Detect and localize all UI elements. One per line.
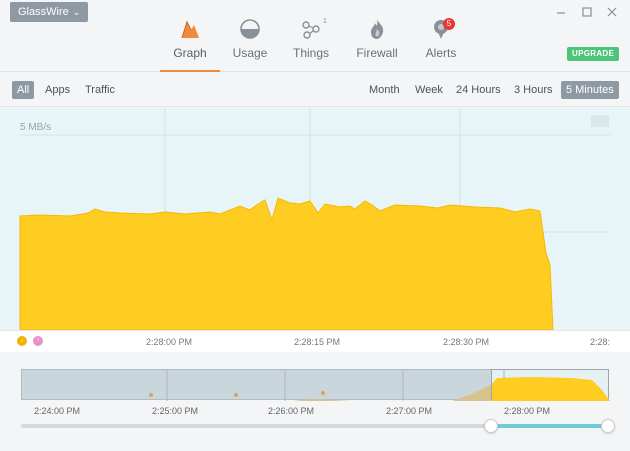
minimize-button[interactable] xyxy=(553,4,569,20)
timeline-overview: 2:24:00 PM 2:25:00 PM 2:26:00 PM 2:27:00… xyxy=(0,352,630,451)
download-area xyxy=(19,197,554,330)
things-icon xyxy=(302,21,320,39)
app-menu-label: GlassWire xyxy=(18,6,69,18)
tab-things-label: Things xyxy=(292,46,330,60)
close-button[interactable] xyxy=(604,4,620,20)
x-tick-label: 2:28: xyxy=(590,337,611,347)
graph-svg xyxy=(19,108,610,330)
timeline-tick-label: 2:24:00 PM xyxy=(34,406,81,416)
x-tick-label: 2:28:00 PM xyxy=(146,337,193,347)
graph-icon xyxy=(181,20,199,39)
close-icon xyxy=(607,7,617,17)
range-5min-button[interactable]: 5 Minutes xyxy=(561,81,619,99)
traffic-graph[interactable]: 5 MB/s xyxy=(0,108,630,330)
graph-x-axis: ↓ ↑ 2:28:00 PM 2:28:15 PM 2:28:30 PM 2:2… xyxy=(0,330,630,352)
app-menu-button[interactable]: GlassWire ⌄ xyxy=(10,2,89,22)
x-tick-label: 2:28:30 PM xyxy=(443,337,490,347)
alerts-count-badge: 5 xyxy=(443,18,455,30)
filter-apps-button[interactable]: Apps xyxy=(40,81,75,99)
tab-usage-label: Usage xyxy=(232,46,268,60)
timeline-tick-label: 2:26:00 PM xyxy=(268,406,315,416)
tab-things[interactable]: 1 Things xyxy=(281,14,341,72)
tab-alerts[interactable]: Alerts xyxy=(411,14,471,72)
timeline-tick-label: 2:28:00 PM xyxy=(504,406,551,416)
minimize-icon xyxy=(557,12,565,14)
filter-all-button[interactable]: All xyxy=(12,81,35,99)
chevron-down-icon: ⌄ xyxy=(72,7,81,17)
range-3h-button[interactable]: 3 Hours xyxy=(509,81,558,99)
slider-end-handle[interactable] xyxy=(601,419,615,433)
things-count: 1 xyxy=(323,18,327,25)
x-tick-label: 2:28:15 PM xyxy=(294,337,341,347)
timeline-tick-label: 2:25:00 PM xyxy=(152,406,199,416)
flame-icon xyxy=(371,20,384,39)
range-week-button[interactable]: Week xyxy=(410,81,448,99)
upload-arrow-icon[interactable]: ↑ xyxy=(33,336,43,346)
timeline-tick-label: 2:27:00 PM xyxy=(386,406,433,416)
filter-bar: All Apps Traffic Month Week 24 Hours 3 H… xyxy=(0,73,630,107)
range-24h-button[interactable]: 24 Hours xyxy=(451,81,506,99)
upgrade-button[interactable]: UPGRADE xyxy=(567,47,620,61)
title-bar: GlassWire ⌄ Graph Usage 1 Things Firewal… xyxy=(0,0,630,72)
maximize-icon xyxy=(582,7,592,17)
tab-firewall[interactable]: Firewall xyxy=(347,14,407,72)
timeline-selection-svg xyxy=(492,370,610,401)
filter-traffic-button[interactable]: Traffic xyxy=(80,81,120,99)
usage-icon xyxy=(240,19,260,39)
timeline-selection[interactable] xyxy=(491,369,610,401)
slider-range-fill xyxy=(491,424,609,428)
range-month-button[interactable]: Month xyxy=(364,81,405,99)
slider-start-handle[interactable] xyxy=(484,419,498,433)
tab-graph-label: Graph xyxy=(173,46,207,60)
tab-firewall-label: Firewall xyxy=(356,46,398,60)
tab-graph[interactable]: Graph xyxy=(160,14,220,72)
timeline-range-slider[interactable] xyxy=(21,424,609,428)
maximize-button[interactable] xyxy=(579,4,595,20)
tab-usage[interactable]: Usage xyxy=(220,14,280,72)
tab-alerts-label: Alerts xyxy=(425,46,457,60)
download-arrow-icon[interactable]: ↓ xyxy=(17,336,27,346)
